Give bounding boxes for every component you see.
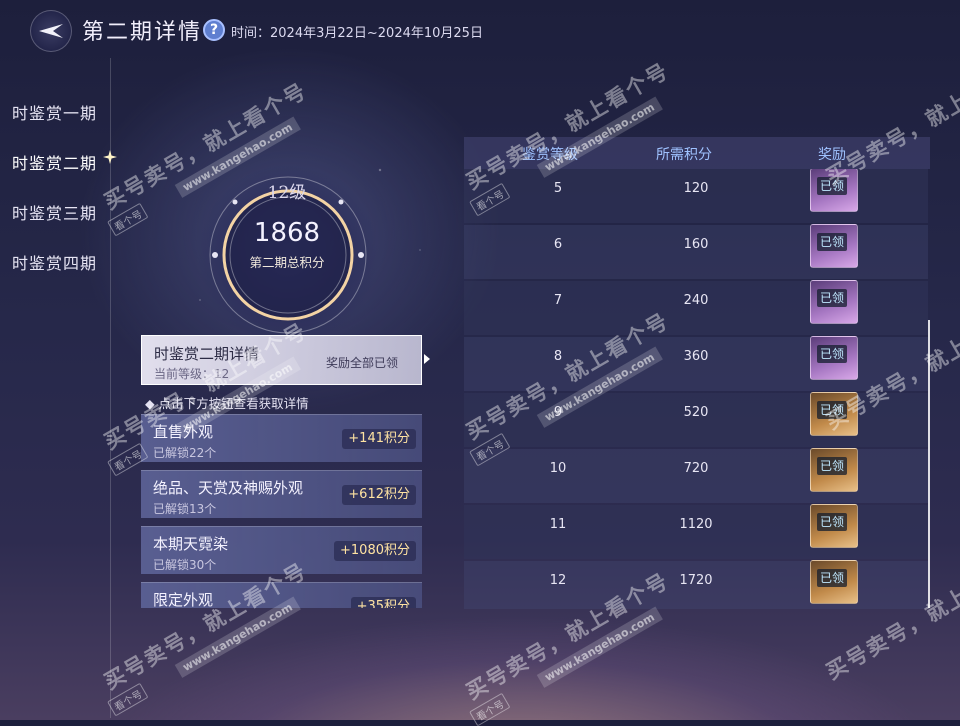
- reward-item[interactable]: 已领: [810, 560, 858, 604]
- watermark-url: www.kangehao.com: [174, 596, 301, 678]
- row-level: 10: [549, 461, 567, 476]
- source-points: +35积分: [350, 597, 416, 608]
- table-row: 11 1120 已领: [464, 504, 928, 559]
- page-title: 第二期详情: [82, 20, 203, 45]
- detail-current-level: 当前等级：12: [154, 367, 230, 381]
- claimed-tag: 已领: [817, 177, 848, 195]
- table-row: 8 360 已领: [464, 336, 928, 391]
- source-item-direct-sale[interactable]: 直售外观 已解锁22个 +141积分: [141, 414, 422, 462]
- table-row: 7 240 已领: [464, 280, 928, 335]
- sidebar-item-period-2[interactable]: 时鉴赏二期: [12, 150, 97, 174]
- table-scrollbar[interactable]: [928, 320, 930, 608]
- reward-item[interactable]: 已领: [810, 280, 858, 324]
- detail-reward-status: 奖励全部已领: [326, 356, 399, 370]
- sidebar-item-period-4[interactable]: 时鉴赏四期: [12, 250, 97, 274]
- claimed-tag: 已领: [817, 233, 848, 251]
- table-row: 10 720 已领: [464, 448, 928, 503]
- source-item-limited[interactable]: 限定外观 +35积分: [141, 582, 422, 608]
- reward-item[interactable]: 已领: [810, 448, 858, 492]
- source-title: 绝品、天赏及神赐外观: [153, 479, 304, 497]
- detail-pointer-icon: [424, 354, 430, 364]
- sidebar-item-period-3[interactable]: 时鉴赏三期: [12, 200, 97, 224]
- detail-title: 时鉴赏二期详情: [154, 345, 260, 363]
- row-points: 160: [683, 237, 709, 252]
- total-score: 1868: [253, 218, 321, 248]
- source-title: 直售外观: [153, 423, 214, 441]
- sidebar-item-period-1[interactable]: 时鉴赏一期: [12, 100, 97, 124]
- header-level: 鉴赏等级: [522, 147, 578, 163]
- watermark-badge: 看个号: [107, 682, 149, 717]
- score-summary: 12级 1868 第二期总积分: [222, 183, 352, 320]
- question-icon[interactable]: ?: [203, 19, 225, 41]
- table-row: 6 160 已领: [464, 224, 928, 279]
- source-unlocked: 已解锁22个: [153, 446, 217, 460]
- reward-item[interactable]: 已领: [810, 169, 858, 212]
- row-points: 1720: [679, 573, 713, 588]
- reward-item[interactable]: 已领: [810, 224, 858, 268]
- period-detail-card[interactable]: 时鉴赏二期详情 当前等级：12 奖励全部已领: [141, 335, 422, 385]
- active-star-icon: [103, 150, 117, 164]
- row-points: 120: [683, 181, 709, 196]
- table-row: 5 120 已领: [464, 169, 928, 223]
- hint-text: ◆ 点击下方按钮查看获取详情: [145, 396, 309, 411]
- watermark-url: www.kangehao.com: [536, 606, 663, 688]
- claimed-tag: 已领: [817, 401, 848, 419]
- row-level: 9: [553, 405, 563, 420]
- row-level: 12: [549, 573, 567, 588]
- back-button[interactable]: [30, 10, 72, 52]
- source-points: +612积分: [342, 485, 416, 505]
- total-score-label: 第二期总积分: [249, 255, 325, 270]
- reward-item[interactable]: 已领: [810, 392, 858, 436]
- period-range: 时间：2024年3月22日~2024年10月25日: [231, 26, 483, 41]
- table-row: 9 520 已领: [464, 392, 928, 447]
- row-points: 240: [683, 293, 709, 308]
- table-row: 12 1720 已领: [464, 560, 928, 609]
- claimed-tag: 已领: [817, 289, 848, 307]
- reward-table-header: 鉴赏等级 所需积分 奖励: [464, 137, 930, 169]
- header-points: 所需积分: [656, 147, 712, 163]
- claimed-tag: 已领: [817, 569, 848, 587]
- source-title: 限定外观: [153, 591, 214, 608]
- reward-item[interactable]: 已领: [810, 504, 858, 548]
- source-points: +141积分: [342, 429, 416, 449]
- row-level: 6: [553, 237, 563, 252]
- watermark-badge: 看个号: [469, 692, 511, 726]
- row-points: 360: [683, 349, 709, 364]
- reward-table[interactable]: 5 120 已领 6 160 已领 7 240 已领 8 360 已领 9 52…: [464, 169, 928, 609]
- row-level: 5: [553, 181, 563, 196]
- row-points: 1120: [679, 517, 713, 532]
- claimed-tag: 已领: [817, 513, 848, 531]
- points-source-list: 直售外观 已解锁22个 +141积分 绝品、天赏及神赐外观 已解锁13个 +61…: [141, 414, 422, 608]
- source-title: 本期天霓染: [153, 535, 229, 553]
- row-level: 8: [553, 349, 563, 364]
- source-unlocked: 已解锁30个: [153, 558, 217, 572]
- row-points: 520: [683, 405, 709, 420]
- source-item-premium[interactable]: 绝品、天赏及神赐外观 已解锁13个 +612积分: [141, 470, 422, 518]
- source-item-dye[interactable]: 本期天霓染 已解锁30个 +1080积分: [141, 526, 422, 574]
- header-reward: 奖励: [818, 147, 846, 163]
- source-points: +1080积分: [334, 541, 416, 561]
- claimed-tag: 已领: [817, 345, 848, 363]
- row-level: 7: [553, 293, 563, 308]
- row-level: 11: [549, 517, 567, 532]
- back-arrow-icon: [39, 24, 63, 38]
- reward-item[interactable]: 已领: [810, 336, 858, 380]
- current-level: 12级: [267, 183, 307, 203]
- source-unlocked: 已解锁13个: [153, 502, 217, 516]
- watermark-badge: 看个号: [107, 202, 149, 237]
- claimed-tag: 已领: [817, 457, 848, 475]
- row-points: 720: [683, 461, 709, 476]
